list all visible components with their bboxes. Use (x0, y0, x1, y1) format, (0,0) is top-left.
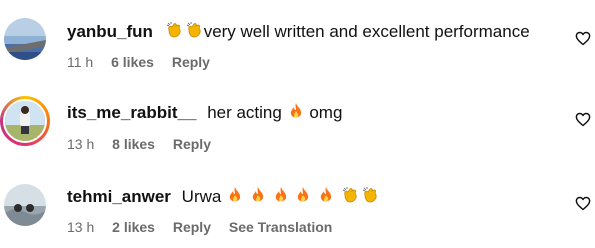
fire-icon (288, 102, 304, 120)
comment-line: its_me_rabbit__ her acting omg (67, 102, 342, 124)
comment-time: 13 h (67, 136, 95, 152)
avatar-image (5, 101, 45, 141)
fire-icon (250, 186, 266, 204)
comment-meta: 13 h 2 likes Reply See Translation (67, 218, 346, 236)
comment-text: very well written and excellent performa… (203, 22, 530, 41)
fire-icon (227, 186, 243, 204)
see-translation-button[interactable]: See Translation (229, 219, 332, 235)
comment-username[interactable]: tehmi_anwer (67, 187, 171, 206)
heart-outline-icon[interactable] (575, 196, 591, 211)
story-ring[interactable] (0, 96, 50, 146)
fire-icon (273, 186, 289, 204)
avatar[interactable] (3, 99, 47, 143)
clapping-hands-icon (341, 186, 359, 204)
reply-button[interactable]: Reply (173, 136, 211, 152)
comment-text: her acting (207, 103, 282, 122)
comment-line: yanbu_fun very well written and excellen… (67, 21, 530, 43)
comment-likes[interactable]: 6 likes (111, 54, 154, 70)
comment-meta: 13 h 8 likes Reply (67, 135, 225, 153)
clapping-hands-icon (165, 21, 183, 39)
avatar-image (4, 184, 46, 226)
clapping-hands-icon (185, 21, 203, 39)
fire-icon (295, 186, 311, 204)
reply-button[interactable]: Reply (172, 54, 210, 70)
comment-time: 11 h (67, 54, 94, 70)
comment-text: Urwa (181, 187, 222, 206)
comment-username[interactable]: its_me_rabbit__ (67, 103, 196, 122)
avatar[interactable] (4, 184, 46, 226)
heart-outline-icon[interactable] (575, 112, 591, 127)
comment-likes[interactable]: 2 likes (112, 219, 155, 235)
comment-item: its_me_rabbit__ her acting omg 13 h 8 li… (0, 82, 595, 164)
comment-time: 13 h (67, 219, 95, 235)
avatar[interactable] (4, 18, 46, 60)
comment-line: tehmi_anwer Urwa (67, 186, 380, 208)
comment-item: yanbu_fun very well written and excellen… (0, 0, 595, 82)
comment-username[interactable]: yanbu_fun (67, 22, 153, 41)
comment-text-suffix: omg (309, 103, 343, 122)
fire-icon (318, 186, 334, 204)
comment-item: tehmi_anwer Urwa 13 h 2 likes Reply See … (0, 164, 595, 246)
heart-outline-icon[interactable] (575, 31, 591, 46)
reply-button[interactable]: Reply (173, 219, 211, 235)
avatar-image (4, 18, 46, 60)
comment-meta: 11 h 6 likes Reply (67, 53, 224, 71)
comment-likes[interactable]: 8 likes (112, 136, 155, 152)
clapping-hands-icon (361, 186, 379, 204)
